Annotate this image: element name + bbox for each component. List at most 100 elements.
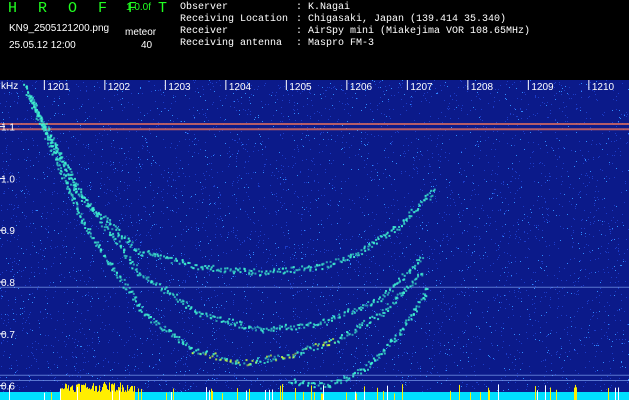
echo-dot <box>367 301 370 303</box>
echo-dot <box>283 357 286 360</box>
echo-dot <box>393 337 396 340</box>
baseline-spike <box>355 391 356 400</box>
echo-dot <box>23 83 26 86</box>
baseline-spike <box>314 392 315 400</box>
echo-dot <box>267 358 270 361</box>
echo-dot <box>135 296 138 299</box>
echo-dot <box>403 278 406 281</box>
echo-dot <box>416 209 419 212</box>
echo-dot <box>407 286 410 289</box>
echo-dot <box>422 257 425 260</box>
echo-dot <box>48 145 51 148</box>
echo-dot <box>187 304 190 307</box>
echo-dot <box>176 259 178 262</box>
spectrogram: kHz 1201 1202 1203 1204 1205 1206 1207 1208 1209 1… <box>0 80 629 400</box>
echo-dot <box>314 324 316 326</box>
baseline-peak <box>94 391 95 400</box>
baseline-peak <box>110 391 111 400</box>
echo-dot <box>329 260 332 263</box>
echo-dot <box>142 251 145 254</box>
echo-dot <box>334 258 337 261</box>
echo-dot <box>421 272 424 275</box>
echo-dot <box>278 327 281 330</box>
echo-dot <box>45 131 47 134</box>
echo-dot <box>232 318 234 321</box>
echo-dot <box>330 339 333 341</box>
echo-dot <box>129 256 132 259</box>
echo-dot <box>270 360 273 363</box>
echo-dot <box>400 224 403 227</box>
receiver-row: Receiver: AirSpy mini (Miakejima VOR 108… <box>180 26 530 37</box>
echo-dot <box>301 323 304 326</box>
echo-dot <box>386 303 389 306</box>
echo-dot <box>55 152 57 155</box>
echo-dot <box>415 305 418 308</box>
echo-dot <box>324 386 327 388</box>
echo-dot <box>310 382 313 385</box>
echo-dot <box>346 334 349 337</box>
echo-dot <box>321 268 324 271</box>
echo-dot <box>75 201 78 204</box>
baseline-spike <box>535 386 536 400</box>
echo-dot <box>310 347 313 350</box>
meteor-count: 40 <box>141 40 153 51</box>
echo-dot <box>379 296 381 299</box>
echo-dot <box>266 355 268 358</box>
echo-dot <box>256 326 259 328</box>
echo-dot <box>128 291 131 294</box>
echo-dot <box>296 269 299 272</box>
echo-dot <box>238 267 241 270</box>
echo-dot <box>302 382 305 385</box>
echo-dot <box>293 271 296 274</box>
echo-dot <box>38 112 40 115</box>
echo-dot <box>127 237 130 240</box>
echo-dot <box>155 323 158 326</box>
echo-dot <box>199 315 202 318</box>
echo-dot <box>360 372 363 375</box>
echo-dot <box>153 321 156 324</box>
echo-dot <box>118 240 121 243</box>
echo-dot <box>341 334 343 337</box>
echo-dot <box>314 265 317 268</box>
echo-dot <box>89 235 92 238</box>
echo-dot <box>367 360 370 363</box>
echo-dot <box>163 328 166 331</box>
echo-dot <box>421 201 424 204</box>
echo-dot <box>282 267 285 270</box>
echo-dot <box>81 222 84 225</box>
echo-dot <box>292 266 295 268</box>
echo-dot <box>275 359 278 362</box>
baseline-spike <box>311 385 312 400</box>
baseline-spike <box>488 387 489 400</box>
echo-dot <box>222 320 225 323</box>
echo-dot <box>303 326 306 329</box>
echo-dot <box>339 379 342 382</box>
echo-dot <box>56 144 59 147</box>
baseline-peak <box>86 387 87 400</box>
echo-dot <box>278 268 281 271</box>
date-time: 25.05.12 12:00 <box>9 40 76 51</box>
echo-dot <box>182 303 185 305</box>
echo-dot <box>405 322 408 325</box>
echo-dot <box>72 178 74 181</box>
echo-dot <box>67 174 70 177</box>
baseline-spike <box>112 390 113 400</box>
echo-dot <box>260 270 263 273</box>
baseline-peak <box>129 389 130 400</box>
echo-dot <box>233 270 236 273</box>
echo-dot <box>411 280 414 283</box>
echo-dot <box>371 315 374 318</box>
echo-dot <box>334 382 337 385</box>
y-tick-label-0.8: 0.8 <box>1 278 15 289</box>
baseline-spike <box>209 390 210 400</box>
baseline-peak <box>80 391 81 400</box>
echo-dot <box>418 305 421 308</box>
echo-dot <box>49 136 51 139</box>
echo-dot <box>82 218 85 221</box>
echo-dot <box>112 267 115 270</box>
echo-dot <box>181 261 184 264</box>
echo-dot <box>201 265 204 268</box>
echo-dot <box>357 372 359 375</box>
echo-dot <box>29 95 32 98</box>
baseline-spike <box>459 384 460 400</box>
